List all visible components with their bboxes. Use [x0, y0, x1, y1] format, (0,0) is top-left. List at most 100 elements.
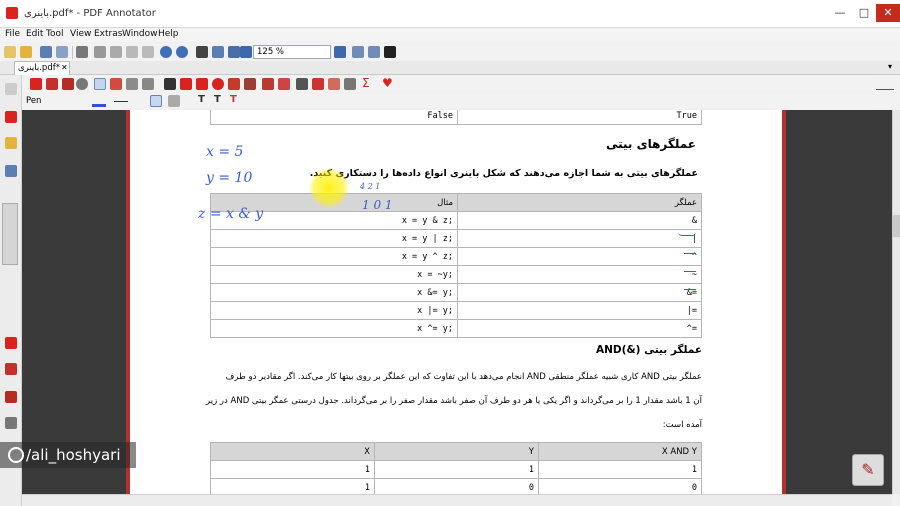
marker-icon[interactable]	[110, 78, 122, 90]
bitwise-operators-table: مثال عملگر x = y & z; & x = y | z; | x = y…	[210, 193, 702, 338]
menu-extras[interactable]: Extras	[94, 29, 122, 39]
sidebar-highlighter-icon[interactable]	[5, 391, 17, 403]
select-arrow-icon[interactable]	[30, 78, 42, 90]
table-row: 1 1 1	[210, 460, 702, 479]
menu-file[interactable]: File	[5, 29, 20, 39]
horizontal-scrollbar[interactable]	[22, 494, 892, 506]
ink-mark[interactable]	[678, 232, 696, 236]
table-cell: ^	[457, 247, 702, 266]
pen-tool-icon[interactable]	[94, 78, 106, 90]
menu-edit[interactable]: Edit	[26, 29, 43, 39]
truth-table-fragment: False True	[210, 110, 702, 125]
text-strike-icon[interactable]: T	[230, 94, 237, 105]
tab-document[interactable]: باینری.pdf* ✕	[14, 61, 70, 75]
delete-icon[interactable]	[142, 46, 154, 58]
sidebar-folder-icon[interactable]	[5, 137, 17, 149]
pointer-icon[interactable]	[62, 78, 74, 90]
table-row: False True	[210, 110, 702, 125]
freehand-mode-icon[interactable]	[150, 95, 162, 107]
table-cell: False	[210, 110, 458, 125]
text-style-alt-icon[interactable]: T	[214, 94, 221, 105]
zoom-out-icon[interactable]	[240, 46, 252, 58]
find-page-icon[interactable]	[212, 46, 224, 58]
sigma-icon[interactable]: Σ	[362, 76, 370, 90]
straight-mode-icon[interactable]	[168, 95, 180, 107]
save-all-icon[interactable]	[56, 46, 68, 58]
save-icon[interactable]	[40, 46, 52, 58]
line-icon[interactable]	[164, 78, 176, 90]
menu-window[interactable]: Window	[122, 29, 158, 39]
favorites-heart-icon[interactable]: ♥	[382, 76, 393, 90]
ink-annotation[interactable]: 4 2 1	[360, 182, 380, 191]
line-width-picker[interactable]	[114, 101, 128, 102]
table-cell: x = y ^ z;	[210, 247, 458, 266]
open-folder-icon[interactable]	[20, 46, 32, 58]
sidebar-link-icon[interactable]	[5, 165, 17, 177]
menu-view[interactable]: View	[70, 29, 91, 39]
new-icon[interactable]	[4, 46, 16, 58]
fit-page-icon[interactable]	[368, 46, 380, 58]
maximize-button[interactable]: □	[852, 4, 876, 22]
stamp-tool-button[interactable]: ✎	[852, 454, 884, 486]
page-tools-icon[interactable]	[228, 46, 240, 58]
image-insert-icon[interactable]	[344, 78, 356, 90]
arrow-tool-icon[interactable]	[180, 78, 192, 90]
ellipse-icon[interactable]	[212, 78, 224, 90]
polygon-icon[interactable]	[228, 78, 240, 90]
ink-mark[interactable]	[684, 268, 696, 272]
ink-annotation[interactable]: y = 10	[206, 170, 252, 186]
vertical-scroll-thumb[interactable]	[893, 215, 900, 237]
table-cell: |	[457, 229, 702, 248]
paste-icon[interactable]	[126, 46, 138, 58]
sidebar-marker-icon[interactable]	[5, 363, 17, 375]
redo-icon[interactable]	[176, 46, 188, 58]
link-icon[interactable]	[262, 78, 274, 90]
binoculars-icon[interactable]	[196, 46, 208, 58]
eraser-icon[interactable]	[328, 78, 340, 90]
cut-icon[interactable]	[94, 46, 106, 58]
ink-annotation[interactable]: z = x & y	[198, 206, 263, 222]
print-icon[interactable]	[76, 46, 88, 58]
ink-annotation[interactable]: x = 5	[206, 144, 243, 160]
pdf-page[interactable]: False True عملگرهای بیتی عملگرهای بیتی ب…	[130, 110, 782, 494]
camera-icon[interactable]	[296, 78, 308, 90]
minimize-button[interactable]: —	[828, 4, 852, 22]
window-title: باینری.pdf* - PDF Annotator	[24, 8, 156, 19]
copy-icon[interactable]	[110, 46, 122, 58]
pen-color-picker[interactable]	[92, 95, 106, 107]
sidebar-scroll-handle[interactable]	[2, 203, 18, 265]
rectangle-icon[interactable]	[196, 78, 208, 90]
vertical-scrollbar[interactable]	[892, 110, 900, 494]
undo-icon[interactable]	[160, 46, 172, 58]
sidebar-favorite-icon[interactable]	[5, 337, 17, 349]
full-screen-icon[interactable]	[384, 46, 396, 58]
table-cell: True	[457, 110, 702, 125]
ink-mark[interactable]	[684, 250, 696, 254]
crop-icon[interactable]	[312, 78, 324, 90]
zoom-tool-icon[interactable]	[76, 78, 88, 90]
menu-tool[interactable]: Tool	[46, 29, 63, 39]
text-style-icon[interactable]: T	[198, 94, 205, 105]
standard-toolbar: 125 %	[0, 43, 900, 61]
sidebar-chart-icon[interactable]	[5, 417, 17, 429]
menu-bar: File Edit Tool View Extras Window Help	[0, 28, 900, 42]
ink-annotation[interactable]: 1 0 1	[362, 198, 393, 212]
app-icon[interactable]	[6, 7, 18, 19]
sidebar-pen-icon[interactable]	[5, 111, 17, 123]
image-icon[interactable]	[126, 78, 138, 90]
lasso-icon[interactable]	[278, 78, 290, 90]
fit-width-icon[interactable]	[352, 46, 364, 58]
sidebar-pages-icon[interactable]	[5, 83, 17, 95]
ink-mark[interactable]	[684, 286, 696, 290]
table-cell: 1	[374, 460, 539, 479]
hand-icon[interactable]	[46, 78, 58, 90]
menu-help[interactable]: Help	[158, 29, 179, 39]
close-button[interactable]: ✕	[876, 4, 900, 22]
zoom-in-icon[interactable]	[334, 46, 346, 58]
tab-list-arrow-icon[interactable]: ▾	[888, 62, 892, 71]
zoom-combobox[interactable]: 125 %	[253, 45, 331, 59]
tab-close-icon[interactable]: ✕	[61, 62, 68, 74]
stamp-icon[interactable]	[244, 78, 256, 90]
text-box-icon[interactable]	[142, 78, 154, 90]
table-cell: x ^= y;	[210, 319, 458, 338]
